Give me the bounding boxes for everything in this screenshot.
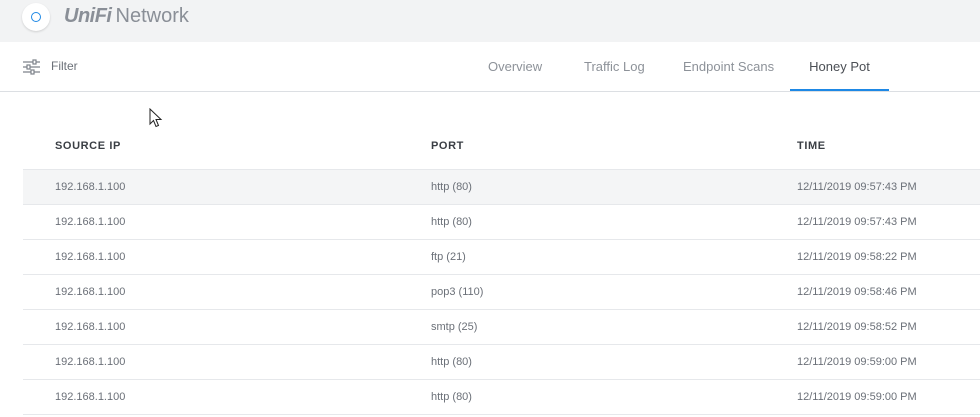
cell-source-ip: 192.168.1.100 xyxy=(55,356,126,368)
brand-primary: UniFi xyxy=(64,5,112,27)
column-header-time[interactable]: TIME xyxy=(797,140,826,152)
tab-traffic-log[interactable]: Traffic Log xyxy=(584,42,645,92)
cell-time: 12/11/2019 09:59:00 PM xyxy=(797,391,917,403)
cell-port: http (80) xyxy=(431,356,472,368)
app-logo[interactable] xyxy=(22,3,50,31)
table-row[interactable]: 192.168.1.100 smtp (25) 12/11/2019 09:58… xyxy=(23,310,980,345)
top-bar: UniFi Network xyxy=(0,0,980,42)
column-header-source-ip[interactable]: SOURCE IP xyxy=(55,140,121,152)
filter-bar: Filter Overview Traffic Log Endpoint Sca… xyxy=(0,42,980,92)
cell-port: ftp (21) xyxy=(431,251,466,263)
cell-time: 12/11/2019 09:57:43 PM xyxy=(797,181,917,193)
mouse-pointer-icon xyxy=(149,108,163,128)
tab-honey-pot[interactable]: Honey Pot xyxy=(790,42,889,92)
cell-port: smtp (25) xyxy=(431,321,478,333)
filter-label[interactable]: Filter xyxy=(51,59,78,73)
cell-source-ip: 192.168.1.100 xyxy=(55,286,126,298)
honeypot-table: SOURCE IP PORT TIME 192.168.1.100 http (… xyxy=(23,128,980,415)
cell-time: 12/11/2019 09:59:00 PM xyxy=(797,356,917,368)
table-row[interactable]: 192.168.1.100 pop3 (110) 12/11/2019 09:5… xyxy=(23,275,980,310)
sliders-icon[interactable] xyxy=(23,59,40,75)
table-header: SOURCE IP PORT TIME xyxy=(23,128,980,170)
cell-port: http (80) xyxy=(431,181,472,193)
cell-source-ip: 192.168.1.100 xyxy=(55,251,126,263)
logo-ring-icon xyxy=(31,12,41,22)
table-row[interactable]: 192.168.1.100 http (80) 12/11/2019 09:59… xyxy=(23,345,980,380)
cell-time: 12/11/2019 09:58:52 PM xyxy=(797,321,917,333)
table-row[interactable]: 192.168.1.100 http (80) 12/11/2019 09:59… xyxy=(23,380,980,415)
tab-endpoint-scans[interactable]: Endpoint Scans xyxy=(683,42,774,92)
brand-title: UniFi Network xyxy=(64,5,189,28)
cell-source-ip: 192.168.1.100 xyxy=(55,216,126,228)
cell-source-ip: 192.168.1.100 xyxy=(55,391,126,403)
table-row[interactable]: 192.168.1.100 http (80) 12/11/2019 09:57… xyxy=(23,205,980,240)
table-row[interactable]: 192.168.1.100 ftp (21) 12/11/2019 09:58:… xyxy=(23,240,980,275)
brand-secondary: Network xyxy=(115,5,189,27)
cell-time: 12/11/2019 09:57:43 PM xyxy=(797,216,917,228)
table-row[interactable]: 192.168.1.100 http (80) 12/11/2019 09:57… xyxy=(23,170,980,205)
cell-port: http (80) xyxy=(431,216,472,228)
cell-source-ip: 192.168.1.100 xyxy=(55,321,126,333)
column-header-port[interactable]: PORT xyxy=(431,140,464,152)
cell-port: http (80) xyxy=(431,391,472,403)
cell-time: 12/11/2019 09:58:46 PM xyxy=(797,286,917,298)
cell-time: 12/11/2019 09:58:22 PM xyxy=(797,251,917,263)
tab-overview[interactable]: Overview xyxy=(488,42,542,92)
cell-source-ip: 192.168.1.100 xyxy=(55,181,126,193)
active-tab-indicator xyxy=(790,89,889,91)
cell-port: pop3 (110) xyxy=(431,286,484,298)
